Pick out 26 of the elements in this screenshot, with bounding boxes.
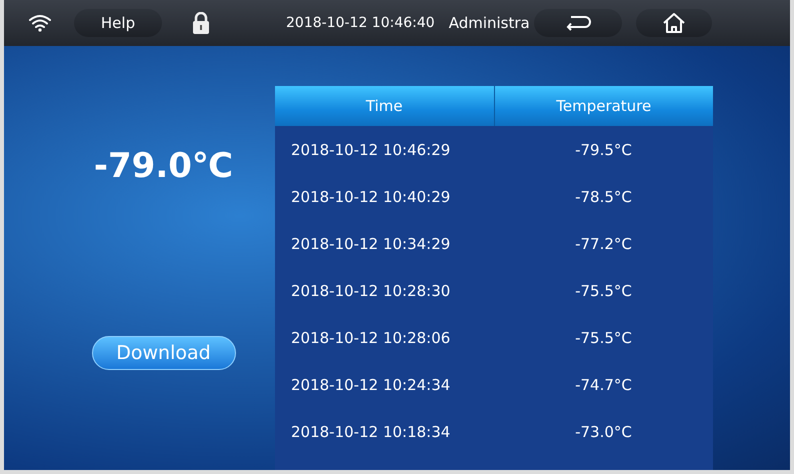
user-name: Administra [448, 14, 530, 32]
table-cell-text: -74.7°C [574, 376, 633, 394]
home-icon [662, 12, 686, 34]
column-header: Time [364, 96, 404, 117]
temperature-reading: -79.0℃ [94, 146, 234, 186]
wifi-icon[interactable] [28, 14, 52, 32]
back-button[interactable] [534, 9, 622, 37]
table-cell-text: -75.5°C [574, 282, 633, 300]
date-time: 2018-10-12 10:46:40 [286, 15, 435, 31]
table-cell-text: -78.5°C [574, 188, 633, 206]
table-cell-text: 2018-10-12 10:46:29 [290, 140, 452, 158]
table-cell-text: 2018-10-12 10:28:06 [290, 328, 452, 346]
table-cell-text: 2018-10-12 10:28:30 [290, 282, 452, 300]
table-cell-text: 2018-10-12 10:24:34 [290, 376, 452, 394]
table-cell-text: -73.0°C [574, 422, 633, 440]
table-cell-text: 2018-10-12 10:40:29 [290, 188, 452, 206]
table-cell-text: -75.5°C [574, 328, 633, 346]
help-button[interactable]: Help [74, 9, 162, 37]
column-header: Temperature [494, 86, 713, 126]
lock-icon[interactable] [192, 12, 210, 34]
back-arrow-icon [564, 15, 591, 31]
table-cell-text: -79.5°C [574, 140, 633, 158]
table-cell-text: 2018-10-12 10:34:29 [290, 234, 452, 252]
table-cell-text: -77.2°C [574, 234, 633, 252]
home-button[interactable] [636, 9, 712, 37]
table-cell-text: 2018-10-12 10:18:34 [290, 422, 452, 440]
